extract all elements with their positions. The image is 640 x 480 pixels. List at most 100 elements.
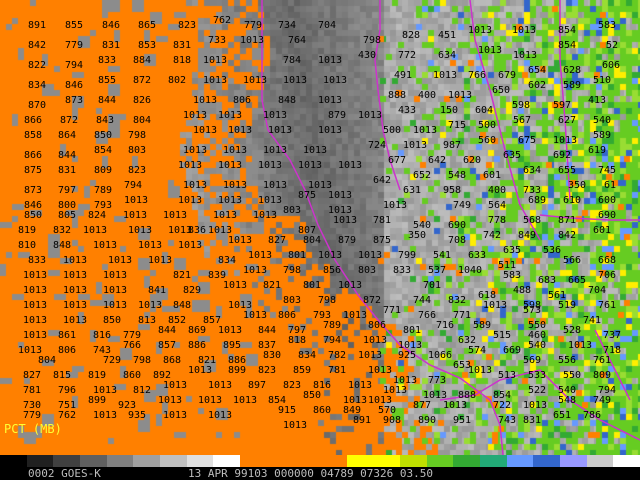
pressure-value-label: 799 [398,250,417,261]
pressure-value-label: 522 [528,385,547,396]
pressure-value-label: 689 [528,195,547,206]
pressure-value-label: 796 [58,385,77,396]
pressure-value-label: 1013 [223,180,248,191]
pressure-value-label: 540 [528,340,547,351]
pressure-value-label: 1013 [138,300,163,311]
pressure-value-label: 704 [318,20,337,31]
pressure-value-label: 1013 [478,45,503,56]
pressure-value-label: 766 [468,70,487,81]
pressure-value-label: 762 [213,15,232,26]
pressure-value-label: 1013 [348,380,373,391]
pressure-value-label: 784 [283,55,302,66]
pressure-value-label: 604 [475,105,494,116]
pressure-value-label: 1013 [163,210,188,221]
pressure-value-label: 1013 [203,75,228,86]
pressure-value-label: 832 [448,295,467,306]
pressure-value-label: 564 [488,200,507,211]
pressure-value-label: 833 [393,265,412,276]
pressure-value-label: 724 [368,140,387,151]
pressure-value-label: 413 [588,95,607,106]
pressure-value-label: 872 [363,295,382,306]
pressure-value-label: 1013 [193,125,218,136]
pressure-value-label: 829 [183,285,202,296]
pressure-value-label: 854 [558,25,577,36]
pressure-value-label: 798 [128,130,147,141]
pressure-value-label: 1013 [258,195,283,206]
pressure-value-label: 816 [93,330,112,341]
pressure-value-label: 665 [568,275,587,286]
pressure-value-label: 860 [123,370,142,381]
pressure-value-label: 1013 [243,265,268,276]
pressure-value-label: 548 [558,395,577,406]
pressure-value-label: 642 [373,175,392,186]
pressure-value-label: 704 [588,285,607,296]
pressure-value-label: 803 [358,265,377,276]
color-scale-swatch [506,455,534,467]
pressure-value-label: 832 [53,225,72,236]
pressure-value-label: 1013 [258,160,283,171]
pressure-value-label: 1013 [63,300,88,311]
pressure-value-label: 1013 [303,145,328,156]
pressure-value-label: 650 [492,85,511,96]
pressure-value-label: 846 [102,20,121,31]
pressure-value-label: 827 [268,235,287,246]
pressure-value-label: 706 [598,270,617,281]
pressure-value-label: 597 [553,100,572,111]
pressure-value-label: 850 [24,210,43,221]
pressure-value-label: 1013 [343,310,368,321]
pressure-value-label: 831 [102,40,121,51]
pressure-value-label: 690 [448,220,467,231]
pressure-value-label: 1013 [23,285,48,296]
pressure-value-label: 1013 [103,300,128,311]
pressure-value-label: 804 [133,115,152,126]
pressure-value-label: 1013 [218,110,243,121]
footer-timestamp: 13 APR 99103 000000 04789 07326 03.50 [188,467,434,480]
pressure-value-label: 771 [383,305,402,316]
pressure-value-label: 806 [278,310,297,321]
pressure-value-label: 1013 [413,125,438,136]
pressure-value-label: 813 [138,315,157,326]
pressure-value-label: 798 [283,265,302,276]
pressure-value-label: 812 [133,385,152,396]
pressure-value-label: 822 [28,60,47,71]
pressure-value-label: 842 [28,40,47,51]
pressure-value-label: 779 [65,40,84,51]
pressure-value-label: 951 [453,415,472,426]
pressure-value-label: 797 [58,185,77,196]
pressure-value-label: 884 [133,55,152,66]
pressure-value-label: 789 [94,185,113,196]
pressure-value-label: 873 [65,95,84,106]
pressure-value-label: 488 [513,285,532,296]
color-scale-swatch [346,455,374,467]
pressure-value-label: 690 [598,210,617,221]
pressure-value-label: 935 [128,410,147,421]
pressure-value-label: 1013 [233,395,258,406]
pressure-value-label: 798 [318,295,337,306]
pressure-value-label: 781 [373,215,392,226]
pressure-value-label: 627 [558,115,577,126]
pressure-value-label: 1013 [158,395,183,406]
pressure-value-label: 806 [368,320,387,331]
pressure-value-label: 1013 [483,300,508,311]
color-scale-bar [0,455,640,467]
pressure-value-label: 762 [58,410,77,421]
pressure-value-label: 491 [394,70,413,81]
pressure-value-label: 798 [363,35,382,46]
color-scale-swatch [560,455,587,467]
pressure-value-label: 1013 [124,195,149,206]
pressure-value-label: 804 [38,355,57,366]
pressure-value-label: 1013 [138,240,163,251]
pressure-value-label: 1013 [193,95,218,106]
pressure-value-label: 823 [128,165,147,176]
pressure-value-label: 879 [328,110,347,121]
pressure-value-label: 749 [593,395,612,406]
pressure-value-label: 821 [173,270,192,281]
pressure-value-label: 850 [94,130,113,141]
pressure-value-label: 515 [493,330,512,341]
color-scale-swatch [53,455,81,467]
pressure-value-label: 794 [124,180,143,191]
pressure-value-label: 844 [158,325,177,336]
pressure-value-label: 400 [418,90,437,101]
pressure-value-label: 1013 [178,160,203,171]
pressure-value-label: 451 [438,30,457,41]
